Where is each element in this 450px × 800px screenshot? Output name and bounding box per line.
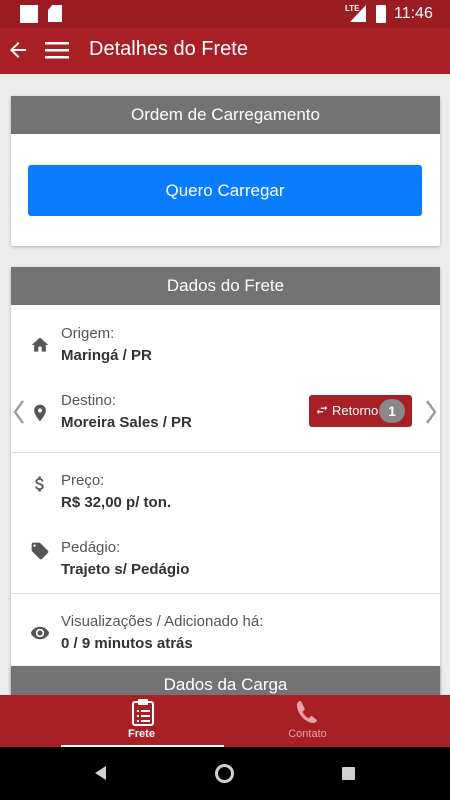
location-pin-icon bbox=[34, 404, 46, 422]
toll-value: Trajeto s/ Pedágio bbox=[61, 561, 190, 578]
load-button[interactable]: Quero Carregar bbox=[28, 165, 422, 216]
price-value: R$ 32,00 p/ ton. bbox=[61, 494, 172, 511]
menu-icon[interactable] bbox=[44, 38, 70, 62]
page-title: Detalhes do Frete bbox=[89, 38, 248, 60]
battery-icon bbox=[376, 5, 386, 23]
divider bbox=[11, 593, 440, 594]
chevron-left-icon[interactable] bbox=[13, 399, 25, 425]
views-label: Visualizações / Adicionado há: bbox=[61, 613, 264, 630]
notification-icon bbox=[20, 5, 38, 23]
order-card-header: Ordem de Carregamento bbox=[11, 96, 440, 134]
tag-icon bbox=[31, 542, 49, 560]
home-icon bbox=[31, 337, 49, 352]
bottom-nav: Frete Contato bbox=[0, 695, 450, 747]
divider bbox=[11, 452, 440, 453]
destination-label: Destino: bbox=[61, 392, 117, 409]
price-label: Preço: bbox=[61, 472, 105, 489]
return-count-badge: 1 bbox=[379, 399, 405, 423]
nav-label-contato: Contato bbox=[288, 728, 327, 740]
status-bar: LTE 11:46 bbox=[0, 0, 450, 28]
clock: 11:46 bbox=[394, 5, 433, 22]
system-nav-bar bbox=[0, 747, 450, 800]
sd-card-icon bbox=[48, 5, 62, 22]
origin-value: Maringá / PR bbox=[61, 347, 152, 364]
chevron-right-icon[interactable] bbox=[425, 399, 437, 425]
freight-card-header: Dados do Frete bbox=[11, 267, 440, 305]
eye-icon bbox=[30, 626, 50, 640]
phone-icon bbox=[297, 701, 317, 724]
system-recents-icon[interactable] bbox=[342, 767, 355, 780]
system-back-icon[interactable] bbox=[95, 766, 106, 780]
back-arrow-icon[interactable] bbox=[6, 38, 30, 62]
dollar-icon bbox=[35, 476, 44, 492]
app-bar: Detalhes do Frete bbox=[0, 28, 450, 74]
freight-card: Dados do Frete Origem: Maringá / PR Dest… bbox=[11, 267, 440, 695]
cargo-card-header: Dados da Carga bbox=[11, 666, 440, 695]
return-button[interactable]: Retorno 1 bbox=[309, 395, 412, 427]
toll-label: Pedágio: bbox=[61, 539, 121, 556]
main-content[interactable]: Ordem de Carregamento Quero Carregar Dad… bbox=[0, 74, 450, 695]
swap-icon bbox=[316, 405, 328, 415]
views-value: 0 / 9 minutos atrás bbox=[61, 635, 193, 652]
return-button-label: Retorno bbox=[332, 403, 379, 418]
system-home-icon[interactable] bbox=[215, 764, 234, 783]
network-type: LTE bbox=[345, 4, 360, 13]
nav-item-contato[interactable]: Contato bbox=[195, 695, 420, 747]
cargo-card: Dados da Carga bbox=[11, 666, 440, 695]
order-card: Ordem de Carregamento Quero Carregar bbox=[11, 96, 440, 246]
clipboard-icon bbox=[132, 699, 154, 726]
destination-value: Moreira Sales / PR bbox=[61, 414, 192, 431]
origin-label: Origem: bbox=[61, 325, 115, 342]
